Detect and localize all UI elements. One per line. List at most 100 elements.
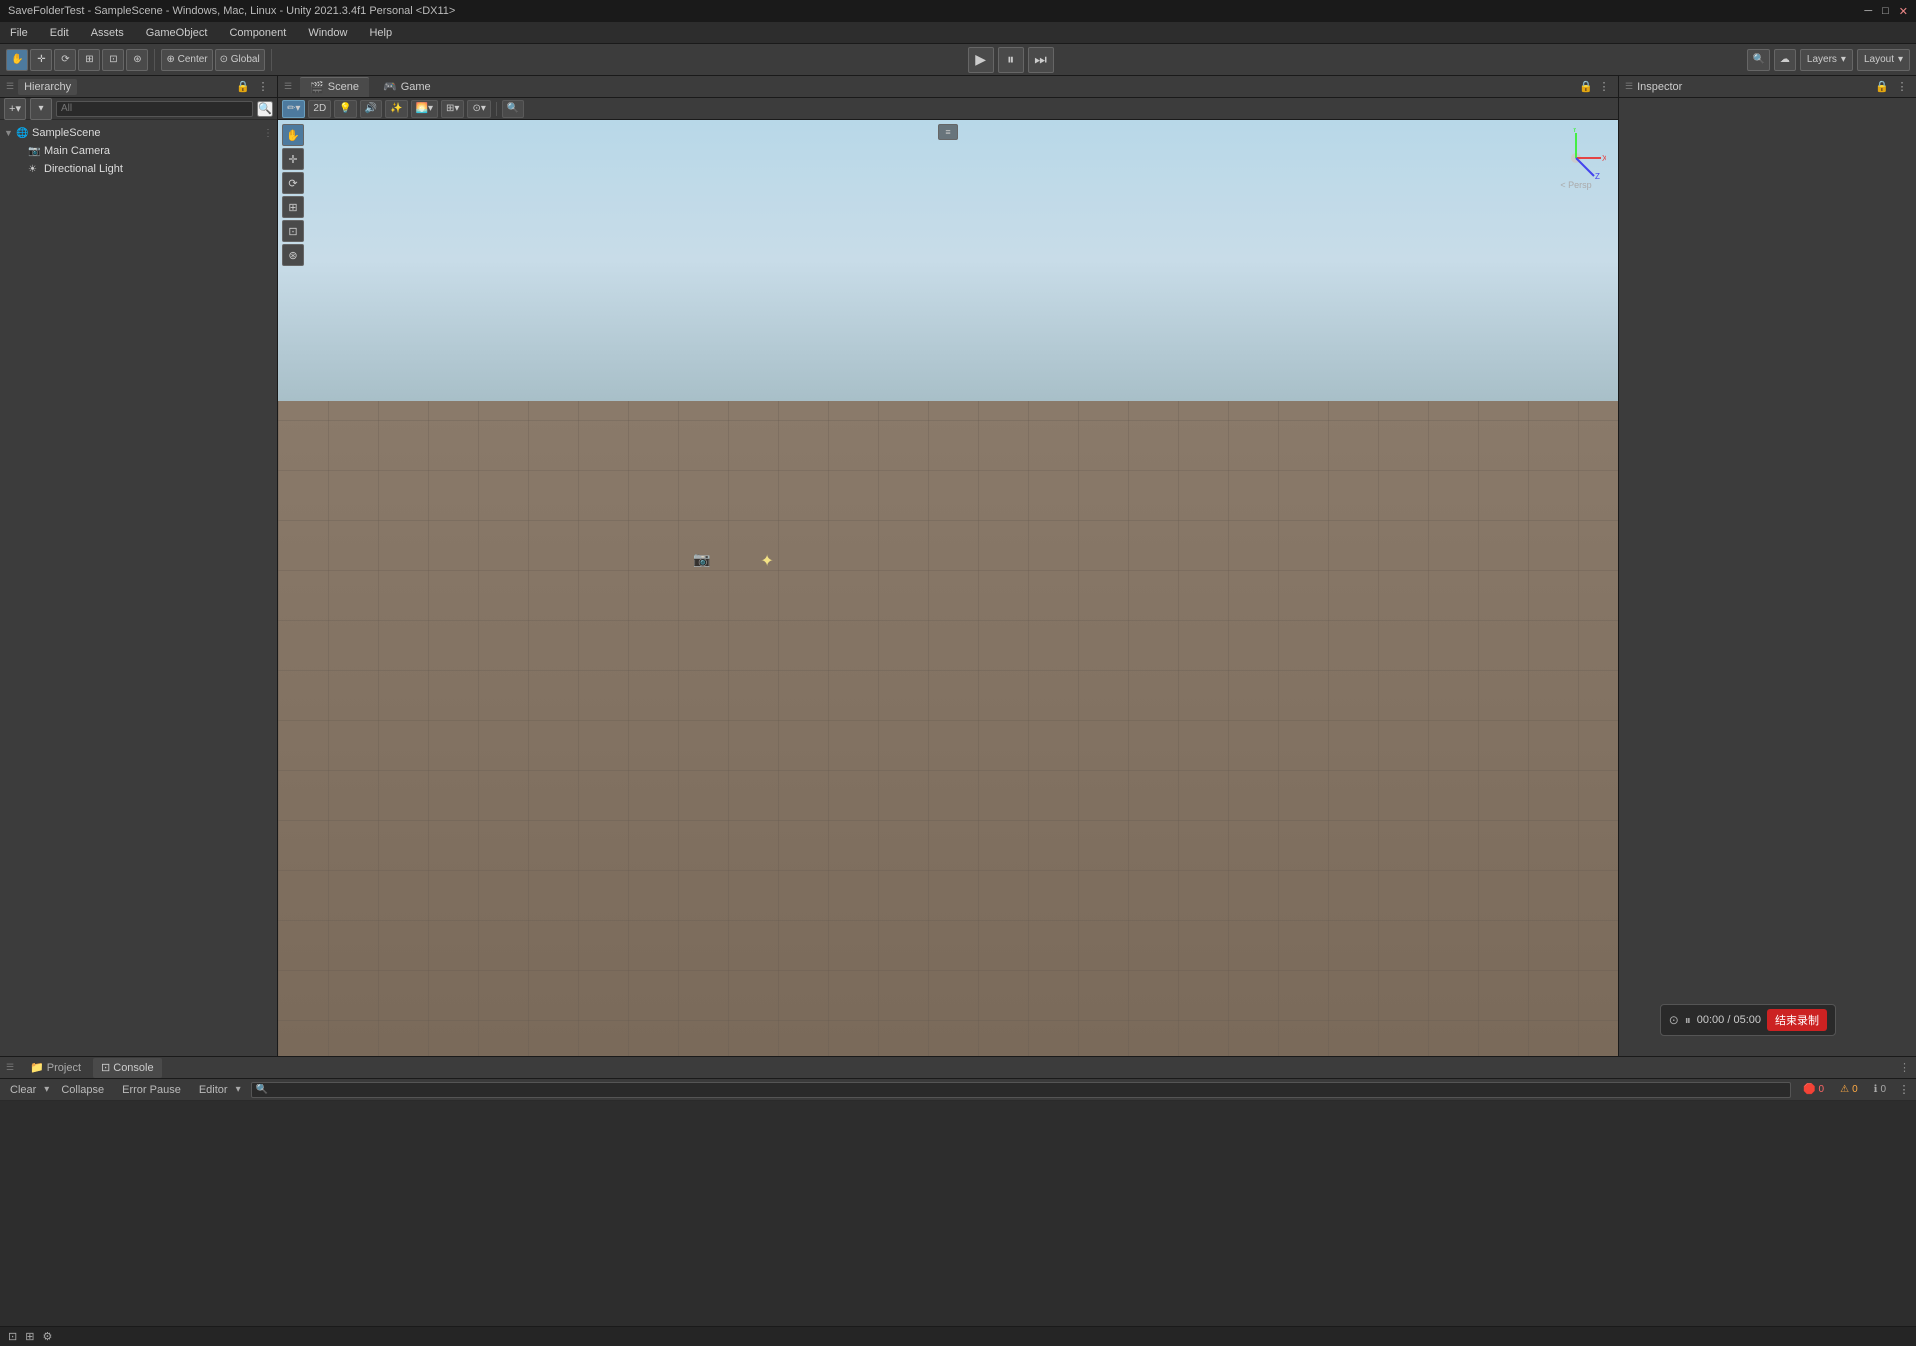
scene-fx-button[interactable]: ✨: [385, 100, 407, 118]
window-controls[interactable]: ─ □ ✕: [1864, 5, 1908, 18]
pivot-button[interactable]: ⊕ Center: [161, 49, 212, 71]
inspector-panel: ☰ Inspector 🔒 ⋮: [1618, 76, 1916, 1056]
hierarchy-tab[interactable]: Hierarchy: [18, 79, 77, 95]
scene-more-icon[interactable]: ⋮: [1596, 79, 1612, 95]
rotate-tool-button[interactable]: ⟳: [54, 49, 76, 71]
step-button[interactable]: ⏭: [1028, 47, 1054, 73]
menu-assets[interactable]: Assets: [87, 25, 128, 41]
minimize-button[interactable]: ─: [1864, 5, 1872, 18]
hierarchy-content: ▼ 🌐 SampleScene ⋮ 📷 Main Camera ☀ Direct…: [0, 120, 277, 1056]
light-icon-hier: ☀: [28, 164, 42, 175]
scene-2d-button[interactable]: 2D: [308, 100, 331, 118]
hierarchy-filter-button[interactable]: ▾: [30, 98, 52, 120]
scene-viewport[interactable]: ✋ ✛ ⟳ ⊞ ⊡ ⊛ 📷 ✦ X Y: [278, 120, 1618, 1056]
hierarchy-search-input[interactable]: [56, 101, 253, 117]
maincamera-label: Main Camera: [44, 145, 110, 157]
status-icon-1[interactable]: ⊡: [8, 1330, 17, 1343]
samplescene-label: SampleScene: [32, 127, 101, 139]
scene-hamburger-button[interactable]: ≡: [938, 124, 958, 140]
recording-stop-button[interactable]: 结束录制: [1767, 1009, 1827, 1031]
menu-help[interactable]: Help: [365, 25, 396, 41]
search-toolbar-button[interactable]: 🔍: [1747, 49, 1769, 71]
scene-game-tabs: ☰ 🎬 Scene 🎮 Game 🔒 ⋮: [278, 76, 1618, 98]
scene-orientation-gizmo[interactable]: X Y Z < Persp: [1546, 128, 1606, 188]
scene-tab-right-icons: 🔒 ⋮: [1578, 79, 1612, 95]
main-camera-object[interactable]: 📷: [693, 551, 710, 568]
recording-widget: ⊙ ⏸ 00:00 / 05:00 结束录制: [1660, 1004, 1836, 1036]
scene-skybox-button[interactable]: 🌅▾: [411, 100, 438, 118]
scene-audio-button[interactable]: 🔊: [360, 100, 382, 118]
menu-gameobject[interactable]: GameObject: [142, 25, 212, 41]
inspector-header: ☰ Inspector 🔒 ⋮: [1619, 76, 1916, 98]
scene-light-button[interactable]: 💡: [334, 100, 356, 118]
console-search-input[interactable]: [251, 1082, 1791, 1098]
scale-scene-tool[interactable]: ⊞: [282, 196, 304, 218]
hierarchy-add-button[interactable]: +▾: [4, 98, 26, 120]
maximize-button[interactable]: □: [1882, 5, 1889, 18]
scene-lock-icon[interactable]: 🔒: [1578, 79, 1594, 95]
recording-pause-button[interactable]: ⏸: [1685, 1013, 1691, 1028]
hierarchy-item-samplescene[interactable]: ▼ 🌐 SampleScene ⋮: [0, 124, 277, 142]
recording-icon[interactable]: ⊙: [1669, 1013, 1679, 1027]
clear-button-group: Clear ▾: [4, 1081, 49, 1099]
console-collapse-button[interactable]: Collapse: [55, 1081, 110, 1099]
inspector-more-icon[interactable]: ⋮: [1894, 79, 1910, 95]
rect-tool-button[interactable]: ⊡: [102, 49, 124, 71]
game-tab[interactable]: 🎮 Game: [373, 77, 441, 97]
play-button[interactable]: ▶: [968, 47, 994, 73]
bottom-drag-icon: ☰: [6, 1062, 14, 1073]
pause-button[interactable]: ⏸: [998, 47, 1024, 73]
global-button[interactable]: ⊙ Global: [215, 49, 265, 71]
move-scene-tool[interactable]: ✛: [282, 148, 304, 170]
scale-tool-button[interactable]: ⊞: [78, 49, 100, 71]
status-bar: ⊡ ⊞ ⚙: [0, 1326, 1916, 1346]
cloud-button[interactable]: ☁: [1774, 49, 1796, 71]
hierarchy-search-icon[interactable]: 🔍: [257, 101, 273, 117]
hierarchy-drag-icon: ☰: [6, 81, 14, 92]
console-clear-button[interactable]: Clear: [4, 1081, 42, 1099]
close-button[interactable]: ✕: [1899, 5, 1908, 18]
directional-light-object[interactable]: ✦: [760, 551, 773, 571]
scene-draw-mode-button[interactable]: ✏▾: [282, 100, 305, 118]
rect-scene-tool[interactable]: ⊡: [282, 220, 304, 242]
hierarchy-lock-icon[interactable]: 🔒: [235, 79, 251, 95]
clear-dropdown-arrow[interactable]: ▾: [44, 1084, 49, 1095]
hand-tool-button[interactable]: ✋: [6, 49, 28, 71]
layers-dropdown[interactable]: Layers ▾: [1800, 49, 1853, 71]
custom-scene-tool[interactable]: ⊛: [282, 244, 304, 266]
info-badge: ℹ 0: [1868, 1082, 1892, 1098]
scene-search-button[interactable]: 🔍: [502, 100, 524, 118]
menu-window[interactable]: Window: [304, 25, 351, 41]
menu-file[interactable]: File: [6, 25, 32, 41]
editor-dropdown-arrow[interactable]: ▾: [236, 1084, 241, 1095]
console-error-pause-button[interactable]: Error Pause: [116, 1081, 187, 1099]
scene-grid-button[interactable]: ⊞▾: [441, 100, 464, 118]
menu-component[interactable]: Component: [225, 25, 290, 41]
hierarchy-more-icon[interactable]: ⋮: [255, 79, 271, 95]
move-tool-button[interactable]: ✛: [30, 49, 52, 71]
scene-gizmos-button[interactable]: ⊙▾: [467, 100, 490, 118]
menu-edit[interactable]: Edit: [46, 25, 73, 41]
project-tab-icon: 📁: [30, 1061, 44, 1074]
scene-tab[interactable]: 🎬 Scene: [300, 77, 369, 97]
inspector-lock-icon[interactable]: 🔒: [1874, 79, 1890, 95]
directionallight-label: Directional Light: [44, 163, 123, 175]
console-editor-button[interactable]: Editor: [193, 1081, 234, 1099]
transform-tool-button[interactable]: ⊛: [126, 49, 148, 71]
status-icon-3[interactable]: ⚙: [42, 1330, 52, 1343]
console-content: [0, 1101, 1916, 1326]
project-tab[interactable]: 📁 Project: [22, 1058, 89, 1078]
left-tool-panel: ✋ ✛ ⟳ ⊞ ⊡ ⊛: [282, 124, 304, 266]
rotate-scene-tool[interactable]: ⟳: [282, 172, 304, 194]
inspector-right-icons: 🔒 ⋮: [1874, 79, 1910, 95]
scene-opts-icon[interactable]: ⋮: [263, 128, 273, 139]
hand-scene-tool[interactable]: ✋: [282, 124, 304, 146]
console-more-icon[interactable]: ⋮: [1896, 1082, 1912, 1098]
svg-text:Y: Y: [1572, 128, 1578, 134]
hierarchy-item-maincamera[interactable]: 📷 Main Camera: [0, 142, 277, 160]
status-icon-2[interactable]: ⊞: [25, 1330, 34, 1343]
console-tab[interactable]: ⊡ Console: [93, 1058, 162, 1078]
hierarchy-item-directionallight[interactable]: ☀ Directional Light: [0, 160, 277, 178]
bottom-more-icon[interactable]: ⋮: [1899, 1061, 1910, 1074]
layout-dropdown[interactable]: Layout ▾: [1857, 49, 1910, 71]
